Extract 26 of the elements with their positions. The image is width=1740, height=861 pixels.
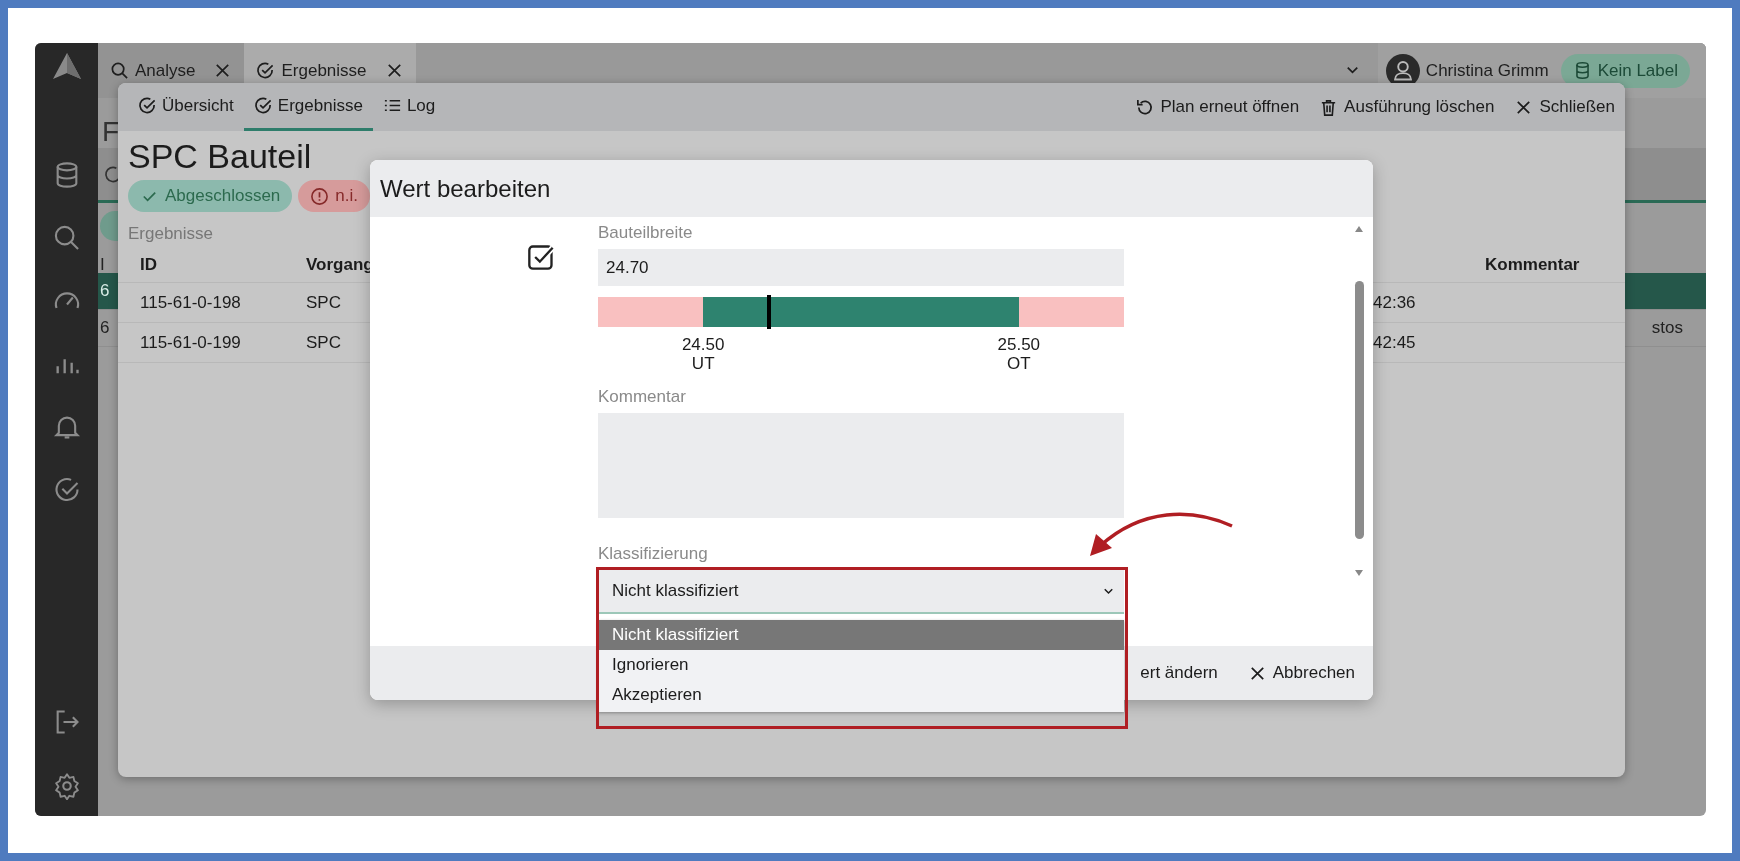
field-label: Bauteilbreite [598, 223, 694, 244]
status-badge: Abgeschlossen [128, 180, 293, 212]
table-cell: 6 [100, 318, 110, 338]
limit-label: OT [1007, 354, 1031, 373]
dialog-title: Wert bearbeiten [380, 174, 551, 203]
column-header: ID [140, 255, 157, 275]
user-name: Christina Grimm [1425, 60, 1549, 81]
column-header: Kommentar [1485, 255, 1580, 275]
section-label: Ergebnisse [128, 224, 214, 244]
field-label: Kommentar [598, 387, 687, 408]
limit-value: 24.50 [681, 335, 725, 354]
table-cell: 42:36 [1373, 292, 1416, 313]
table-cell: stos [1651, 318, 1683, 338]
page-heading: F [102, 116, 120, 148]
table-cell: 42:45 [1373, 332, 1416, 353]
column-header: I [100, 255, 105, 273]
status-badge: n.i. [298, 180, 370, 212]
table-cell: 115-61-0-198 [140, 292, 241, 313]
table-cell: SPC [306, 332, 341, 353]
table-cell: 6 [100, 281, 110, 301]
limit-value: 25.50 [997, 335, 1041, 354]
page-title: SPC Bauteil [128, 137, 313, 176]
limit-label: UT [691, 354, 715, 373]
field-label: Klassifizierung [598, 544, 709, 565]
table-cell: SPC [306, 292, 341, 313]
table-cell: 115-61-0-199 [140, 332, 241, 353]
